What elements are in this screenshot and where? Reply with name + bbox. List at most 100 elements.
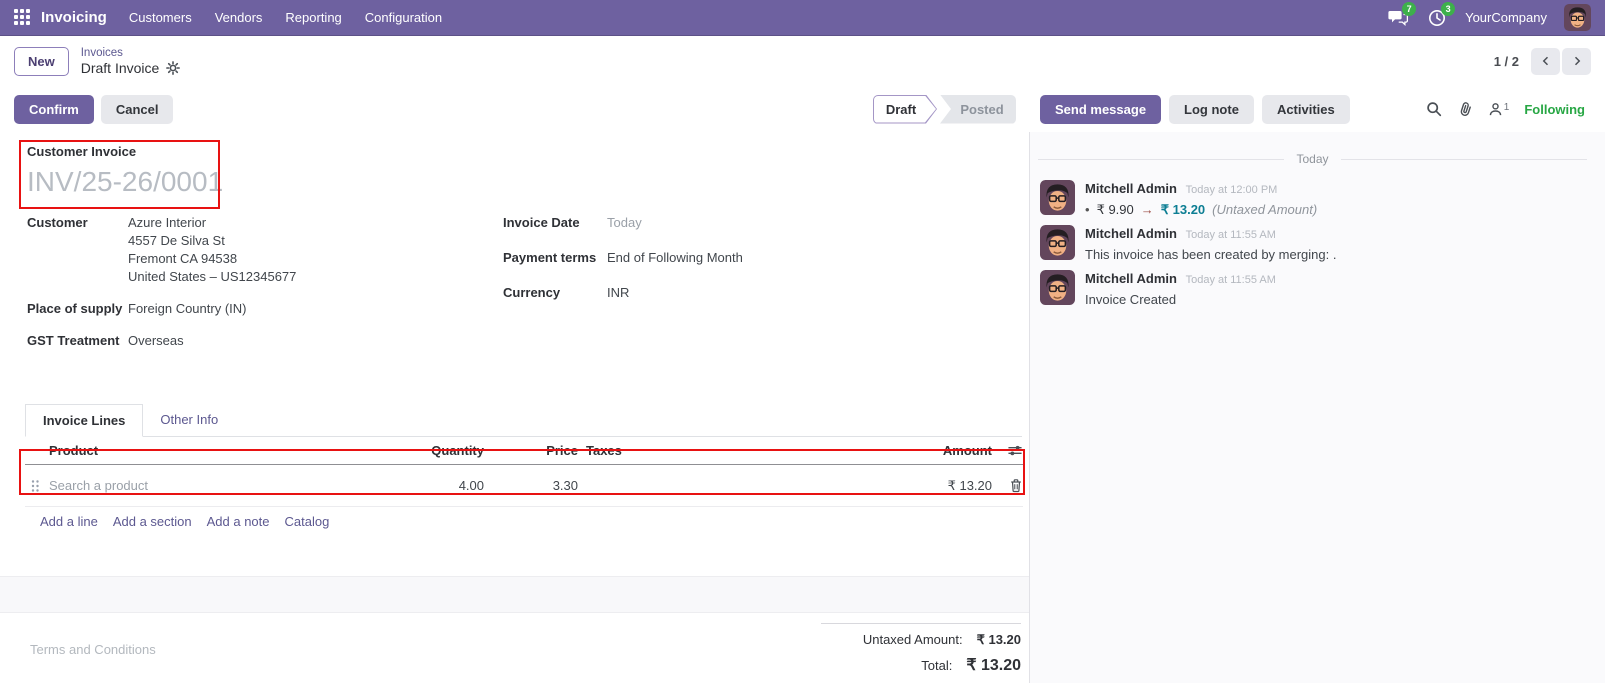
invoice-date-field[interactable] [607,215,827,230]
message-author[interactable]: Mitchell Admin [1085,181,1177,196]
send-message-button[interactable]: Send message [1040,94,1162,124]
customer-address-line: Fremont CA 94538 [128,251,238,266]
invoice-type-label: Customer Invoice [27,144,137,159]
message-timestamp: Today at 12:00 PM [1185,184,1278,196]
company-switcher[interactable]: YourCompany [1465,10,1547,25]
following-button[interactable]: Following [1524,102,1585,117]
add-a-note-link[interactable]: Add a note [207,514,270,529]
breadcrumb-parent-link[interactable]: Invoices [81,46,181,60]
terms-and-conditions-input[interactable] [30,623,330,675]
tab-other-info[interactable]: Other Info [143,404,235,436]
log-note-button[interactable]: Log note [1169,94,1254,124]
line-quantity[interactable]: 4.00 [378,478,488,493]
status-draft[interactable]: Draft [873,95,937,124]
customer-address-line: 4557 De Silva St [128,233,225,248]
catalog-link[interactable]: Catalog [285,514,330,529]
status-posted[interactable]: Posted [940,94,1016,124]
trash-icon [1009,478,1023,493]
place-of-supply-label: Place of supply [27,301,123,316]
delete-line-button[interactable] [996,478,1023,493]
tab-invoice-lines[interactable]: Invoice Lines [25,404,144,437]
pager-previous-button[interactable] [1531,47,1560,75]
product-search-input[interactable] [49,478,378,493]
message-author-avatar[interactable] [1040,270,1075,308]
followers-count: 1 [1503,101,1510,113]
gear-icon[interactable] [166,61,181,75]
add-a-line-link[interactable]: Add a line [40,514,98,529]
optional-columns-button[interactable] [996,443,1023,458]
cancel-button[interactable]: Cancel [100,94,174,124]
invoice-line-row[interactable]: 4.00 3.30 ₹ 13.20 [25,465,1023,507]
payment-terms-label: Payment terms [503,250,597,265]
message-author-avatar[interactable] [1040,180,1075,218]
untaxed-amount-value: ₹ 13.20 [976,632,1021,647]
add-a-section-link[interactable]: Add a section [113,514,192,529]
breadcrumb-bar: New Invoices Draft Invoice 1 / 2 [0,36,1605,86]
line-price[interactable]: 3.30 [488,478,582,493]
payment-terms-field[interactable]: End of Following Month [607,249,743,267]
col-price[interactable]: Price [488,443,582,458]
paperclip-icon [1457,101,1473,117]
activities-menu-button[interactable]: 3 [1426,1,1456,28]
menu-configuration[interactable]: Configuration [365,10,442,25]
message-author[interactable]: Mitchell Admin [1085,226,1177,241]
empty-line-stripe [0,541,1029,577]
breadcrumb-current: Draft Invoice [80,59,160,76]
record-pager: 1 / 2 [1494,47,1591,75]
apps-menu-icon[interactable] [14,9,31,26]
chatter-message: Mitchell Admin Today at 12:00 PM ₹ 9.90 … [1038,180,1587,218]
app-name[interactable]: Invoicing [41,9,107,26]
message-body: This invoice has been created by merging… [1085,247,1337,262]
new-button[interactable]: New [14,46,69,76]
chevron-right-icon [1571,55,1583,67]
user-avatar[interactable] [1564,4,1591,31]
messages-menu-button[interactable]: 7 [1387,1,1417,28]
tracking-field-name: (Untaxed Amount) [1212,202,1318,217]
menu-vendors[interactable]: Vendors [215,10,263,25]
search-messages-button[interactable] [1426,101,1442,117]
breadcrumb: Invoices Draft Invoice [81,46,181,77]
line-actions: Add a line Add a section Add a note Cata… [40,514,1029,529]
col-quantity[interactable]: Quantity [378,443,488,458]
message-author[interactable]: Mitchell Admin [1085,271,1177,286]
control-panel: Confirm Cancel Draft Posted Send message… [0,86,1605,132]
search-icon [1426,101,1442,117]
customer-name-field[interactable]: Azure Interior [128,214,296,232]
tracking-new-value: ₹ 13.20 [1160,202,1206,217]
activities-button[interactable]: Activities [1261,94,1350,124]
pager-next-button[interactable] [1562,47,1591,75]
total-label: Total: [921,658,953,673]
customer-label: Customer [27,215,88,230]
chatter-panel: Today Mitchell Admin Today at 12:00 PM ₹… [1030,132,1605,683]
notebook-tabs: Invoice Lines Other Info [25,404,1022,437]
lines-header-row: Product Quantity Price Taxes Amount [25,437,1023,465]
col-taxes[interactable]: Taxes [582,443,862,458]
col-amount[interactable]: Amount [862,443,996,458]
bullet-icon [1085,201,1090,218]
currency-field[interactable]: INR [607,284,629,302]
invoice-lines-table: Product Quantity Price Taxes Amount 4.00 [25,437,1023,507]
invoicing-app-page: Invoicing Customers Vendors Reporting Co… [0,0,1605,683]
menu-reporting[interactable]: Reporting [285,10,341,25]
messages-count-badge: 7 [1402,1,1417,16]
invoice-number-placeholder[interactable]: INV/25-26/0001 [27,164,1029,200]
totals-block: Untaxed Amount: ₹ 13.20 Total: ₹ 13.20 [821,623,1021,675]
message-author-avatar[interactable] [1040,225,1075,263]
drag-handle-icon[interactable] [25,478,45,494]
line-amount: ₹ 13.20 [947,477,992,493]
confirm-button[interactable]: Confirm [14,94,94,124]
empty-line-stripe [0,577,1029,613]
pager-count[interactable]: 1 / 2 [1494,54,1519,69]
arrow-right-icon [1141,201,1154,218]
col-product[interactable]: Product [45,443,378,458]
invoice-date-label: Invoice Date [503,215,580,230]
top-navbar: Invoicing Customers Vendors Reporting Co… [0,0,1605,36]
status-bar: Draft Posted [873,94,1016,124]
followers-button[interactable]: 1 [1488,101,1510,117]
attach-files-button[interactable] [1457,101,1473,117]
message-body: Invoice Created [1085,292,1177,307]
place-of-supply-field[interactable]: Foreign Country (IN) [128,300,246,318]
menu-customers[interactable]: Customers [129,10,192,25]
tracking-value-change: ₹ 9.90 ₹ 13.20 (Untaxed Amount) [1085,201,1318,218]
gst-treatment-field[interactable]: Overseas [128,332,184,350]
